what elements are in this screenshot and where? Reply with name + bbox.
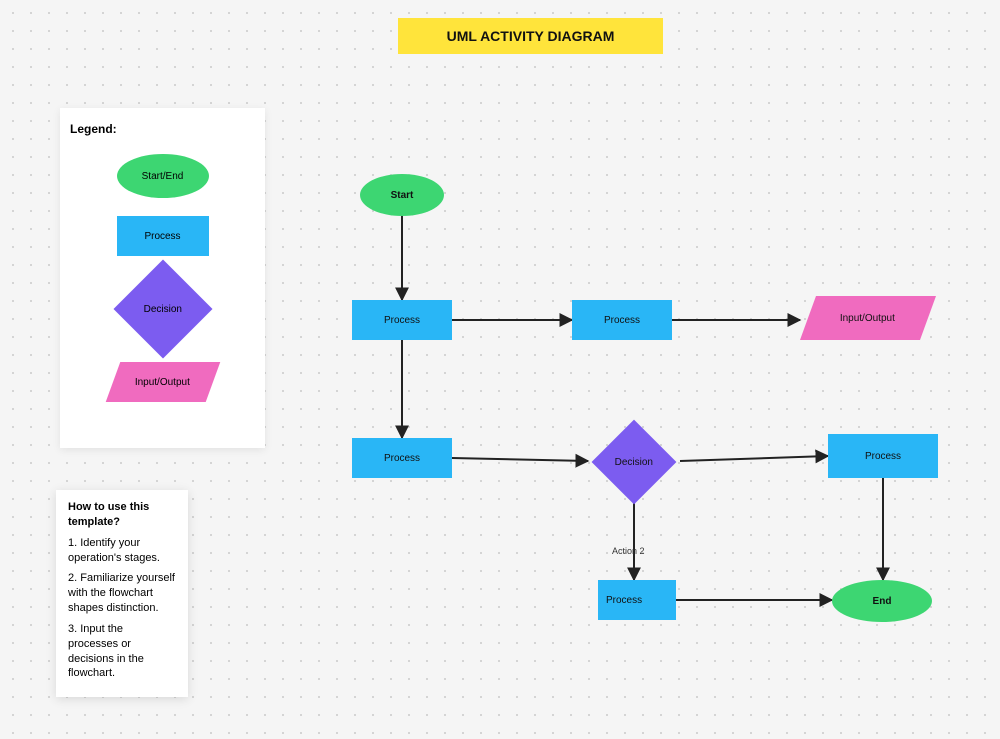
legend-process: Process (70, 216, 255, 256)
howto-panel: How to use this template? 1. Identify yo… (56, 490, 188, 697)
diagram-title: UML ACTIVITY DIAGRAM (398, 18, 663, 54)
legend-decision-label: Decision (143, 303, 181, 314)
node-start-label: Start (391, 190, 414, 201)
node-decision-label: Decision (615, 456, 653, 467)
node-end-label: End (873, 596, 892, 607)
node-process-5-label: Process (606, 595, 642, 606)
parallelogram-icon: Input/Output (105, 362, 220, 402)
diagram-canvas[interactable]: UML ACTIVITY DIAGRAM Legend: Start/End P… (0, 0, 1000, 739)
howto-heading: How to use this template? (68, 500, 176, 530)
node-io-1[interactable]: Input/Output (800, 296, 936, 340)
node-end[interactable]: End (832, 580, 932, 622)
howto-step-2: 2. Familiarize yourself with the flowcha… (68, 571, 176, 616)
legend-io: Input/Output (70, 362, 255, 402)
legend-panel: Legend: Start/End Process Decision Input… (60, 108, 265, 448)
node-process-4[interactable]: Process (828, 434, 938, 478)
node-process-1-label: Process (384, 315, 420, 326)
node-process-1[interactable]: Process (352, 300, 452, 340)
node-start[interactable]: Start (360, 174, 444, 216)
legend-startend-label: Start/End (142, 171, 184, 182)
howto-step-1: 1. Identify your operation's stages. (68, 536, 176, 566)
legend-heading: Legend: (70, 122, 255, 136)
node-process-5[interactable]: Process (598, 580, 676, 620)
edge-label-action2: Action 2 (612, 546, 645, 556)
node-io-1-label: Input/Output (840, 313, 895, 324)
node-process-3[interactable]: Process (352, 438, 452, 478)
ellipse-icon: Start/End (117, 154, 209, 198)
rectangle-icon: Process (117, 216, 209, 256)
node-decision[interactable]: Decision (592, 420, 677, 505)
diamond-icon: Decision (113, 260, 212, 359)
legend-startend: Start/End (70, 154, 255, 198)
legend-io-label: Input/Output (135, 377, 190, 388)
legend-process-label: Process (144, 231, 180, 242)
legend-decision: Decision (70, 274, 255, 344)
node-process-2[interactable]: Process (572, 300, 672, 340)
node-process-2-label: Process (604, 315, 640, 326)
node-process-3-label: Process (384, 453, 420, 464)
node-process-4-label: Process (865, 451, 901, 462)
howto-step-3: 3. Input the processes or decisions in t… (68, 622, 176, 681)
